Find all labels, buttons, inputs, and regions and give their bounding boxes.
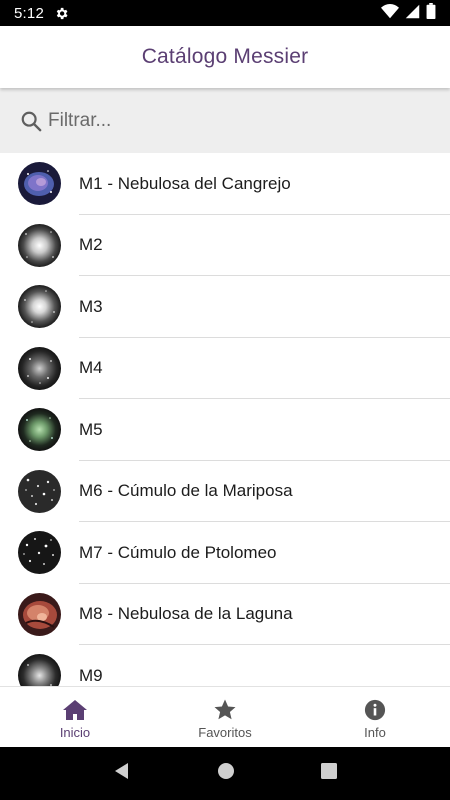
list-item-m1[interactable]: M1 - Nebulosa del Cangrejo <box>0 153 450 215</box>
home-icon <box>62 698 88 722</box>
list-item-label: M8 - Nebulosa de la Laguna <box>79 604 293 624</box>
info-icon <box>364 698 386 722</box>
list-item-m7[interactable]: M7 - Cúmulo de Ptolomeo <box>0 522 450 584</box>
globular-cluster-icon <box>18 654 61 686</box>
system-nav-bar <box>0 747 450 800</box>
list-item-label: M2 <box>79 235 103 255</box>
home-circle-icon[interactable] <box>217 762 235 785</box>
list-item-label: M3 <box>79 296 103 316</box>
battery-icon <box>426 3 436 23</box>
nav-item-favoritos[interactable]: Favoritos <box>150 687 300 747</box>
cell-signal-icon <box>405 4 420 23</box>
nav-item-info[interactable]: Info <box>300 687 450 747</box>
list-item-m3[interactable]: M3 <box>0 276 450 338</box>
search-input[interactable] <box>48 109 408 132</box>
nebula-blue-icon <box>18 162 61 206</box>
nebula-red-icon <box>18 592 61 636</box>
open-cluster-icon <box>18 469 61 513</box>
page-title: Catálogo Messier <box>141 45 309 68</box>
wifi-icon <box>381 3 399 23</box>
search-bar[interactable] <box>0 88 450 153</box>
settings-gear-icon <box>54 6 69 21</box>
globular-cluster-green-icon <box>18 408 61 452</box>
list-item-label: M6 - Cúmulo de la Mariposa <box>79 481 293 501</box>
nav-label: Inicio <box>59 725 91 740</box>
globular-cluster-icon <box>18 285 61 329</box>
list-item-label: M4 <box>79 358 103 378</box>
list-item-label: M1 - Nebulosa del Cangrejo <box>79 173 291 193</box>
list-item-label: M7 - Cúmulo de Ptolomeo <box>79 542 277 562</box>
list-item-m4[interactable]: M4 <box>0 338 450 399</box>
status-bar: 5:12 <box>0 0 450 26</box>
nav-label: Favoritos <box>198 725 252 740</box>
star-icon <box>213 698 237 722</box>
search-icon <box>20 110 42 132</box>
messier-list[interactable]: M1 - Nebulosa del Cangrejo M2 M3 M4 M5 M… <box>0 153 450 686</box>
bottom-nav: Inicio Favoritos Info <box>0 686 450 747</box>
list-item-label: M5 <box>79 419 103 439</box>
list-item-label: M9 <box>79 665 103 685</box>
app-bar: Catálogo Messier <box>0 26 450 88</box>
list-item-m6[interactable]: M6 - Cúmulo de la Mariposa <box>0 461 450 522</box>
list-item-m2[interactable]: M2 <box>0 215 450 276</box>
open-cluster-icon <box>18 531 61 575</box>
list-item-m5[interactable]: M5 <box>0 399 450 461</box>
nav-item-inicio[interactable]: Inicio <box>0 687 150 747</box>
globular-cluster-icon <box>18 346 61 390</box>
list-item-m8[interactable]: M8 - Nebulosa de la Laguna <box>0 584 450 645</box>
globular-cluster-icon <box>18 223 61 267</box>
list-item-m9[interactable]: M9 <box>0 645 450 686</box>
status-time: 5:12 <box>14 4 44 22</box>
recents-icon[interactable] <box>321 763 337 784</box>
back-icon[interactable] <box>113 762 131 785</box>
nav-label: Info <box>364 725 386 740</box>
status-icons <box>381 3 436 23</box>
